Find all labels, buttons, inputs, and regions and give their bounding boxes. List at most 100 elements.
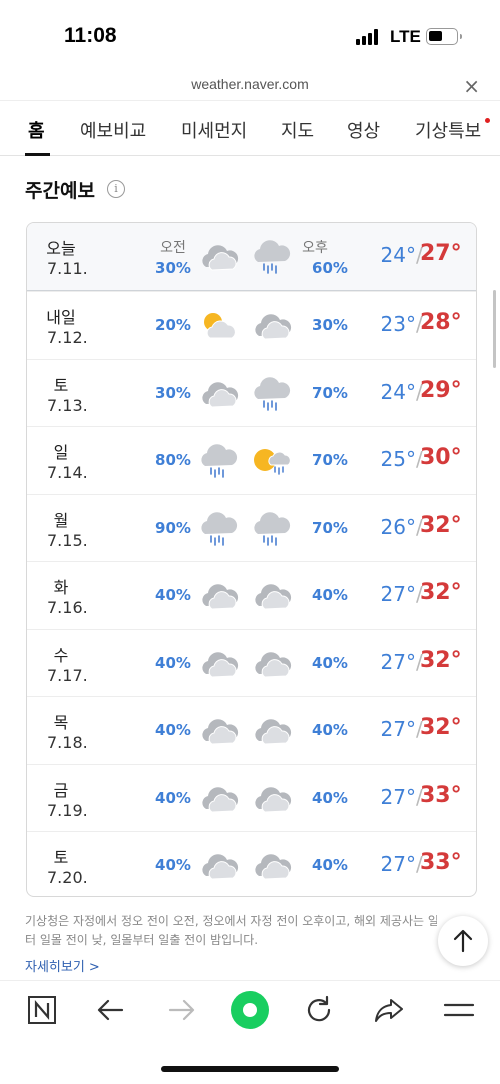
cloudy-icon — [251, 779, 293, 819]
share-icon[interactable] — [372, 993, 406, 1027]
tab-forecast-compare[interactable]: 예보비교 — [80, 117, 146, 143]
am-precip: 80% — [155, 451, 191, 469]
low-temp: 27° — [380, 717, 416, 741]
cloudy-icon — [198, 237, 240, 277]
high-temp: 27° — [420, 241, 462, 266]
date-label: 7.20. — [47, 868, 88, 887]
more-link[interactable]: 자세히보기 > — [25, 956, 100, 975]
am-precip: 20% — [155, 316, 191, 334]
am-precip: 30% — [155, 383, 191, 402]
cloudy-icon — [198, 779, 240, 819]
cloudy-icon — [198, 644, 240, 684]
date-label: 7.19. — [47, 800, 88, 820]
forecast-row: 화 7.16. 40% 40% 27° / 32° — [27, 561, 476, 629]
signal-icon — [356, 29, 382, 45]
forecast-row: 토 7.20. 40% 40% 27° / 33° — [27, 831, 476, 896]
cloudy-icon — [251, 711, 293, 751]
pm-precip: 40% — [312, 721, 348, 739]
high-temp: 30° — [420, 445, 462, 470]
date-label: 7.13. — [47, 395, 88, 415]
rain-icon — [198, 509, 240, 549]
pm-precip: 40% — [312, 856, 348, 874]
high-temp: 33° — [420, 782, 462, 808]
forecast-row: 토 7.13. 30% 70% 24° / 29° — [27, 358, 476, 427]
close-icon[interactable]: × — [463, 74, 480, 98]
day-label: 월 — [53, 510, 69, 530]
high-temp: 32° — [420, 647, 462, 673]
am-precip: 40% — [155, 653, 191, 672]
forecast-row: 월 7.15. 90% 70% 26° / 32° — [27, 493, 476, 562]
am-precip: 90% — [155, 518, 191, 537]
low-temp: 27° — [380, 784, 416, 809]
rain-icon — [198, 441, 240, 481]
day-label: 금 — [53, 780, 69, 800]
pm-precip: 70% — [312, 451, 348, 469]
tab-video[interactable]: 영상 — [347, 117, 380, 143]
high-temp: 28° — [420, 310, 462, 335]
date-label: 7.12. — [47, 328, 88, 347]
url-bar[interactable]: weather.naver.com × — [0, 72, 500, 100]
clock: 11:08 — [64, 24, 117, 47]
tab-weather-warning[interactable]: 기상특보 — [415, 117, 481, 143]
high-temp: 32° — [420, 580, 462, 605]
home-indicator[interactable] — [161, 1066, 339, 1072]
menu-icon[interactable] — [442, 993, 476, 1027]
date-label: 7.11. — [47, 259, 88, 278]
active-tab-indicator — [25, 153, 50, 156]
forward-arrow-icon[interactable] — [164, 993, 198, 1027]
scrollbar[interactable] — [493, 290, 496, 368]
tab-fine-dust[interactable]: 미세먼지 — [181, 117, 247, 143]
cloudy-icon — [251, 846, 293, 886]
am-precip: 30% — [155, 259, 191, 277]
pm-precip: 70% — [312, 383, 348, 402]
url-text[interactable]: weather.naver.com — [0, 76, 500, 92]
cloudy-icon — [251, 644, 293, 684]
sun-shower-icon — [251, 441, 293, 481]
scroll-top-button[interactable] — [438, 916, 488, 966]
am-precip: 40% — [155, 586, 191, 604]
footnote-line: 터 일몰 전이 낮, 일몰부터 일출 전이 밤입니다. — [25, 933, 259, 947]
battery-icon — [426, 28, 462, 45]
low-temp: 27° — [380, 582, 416, 606]
am-label: 오전 — [160, 240, 186, 256]
rain-icon — [251, 374, 293, 414]
refresh-icon[interactable] — [302, 993, 336, 1027]
naver-n-icon[interactable] — [25, 993, 59, 1027]
low-temp: 27° — [380, 649, 416, 674]
forecast-row: 금 7.19. 40% 40% 27° / 33° — [27, 763, 476, 832]
day-label: 토 — [53, 848, 69, 867]
date-label: 7.14. — [47, 463, 88, 482]
browser-toolbar — [0, 980, 500, 1038]
partly-sunny-icon — [198, 306, 240, 346]
am-precip: 40% — [155, 788, 191, 807]
footnote-line: 기상청은 자정에서 정오 전이 오전, 정오에서 자정 전이 오후이고, 해외 … — [25, 914, 437, 928]
day-label: 화 — [53, 578, 69, 597]
green-dot-icon[interactable] — [230, 990, 270, 1030]
weekly-forecast-card: 오늘 7.11. 오전 30% 오후 60% 24° / 27° 내일 7.12… — [26, 222, 477, 897]
low-temp: 25° — [380, 447, 416, 471]
high-temp: 32° — [420, 715, 462, 740]
pm-precip: 30% — [312, 316, 348, 334]
new-badge-dot — [485, 118, 490, 123]
low-temp: 24° — [380, 379, 416, 404]
forecast-row: 일 7.14. 80% 70% 25° / 30° — [27, 426, 476, 494]
footnote: 기상청은 자정에서 정오 전이 오전, 정오에서 자정 전이 오후이고, 해외 … — [25, 912, 465, 950]
pm-precip: 40% — [312, 653, 348, 672]
tab-map[interactable]: 지도 — [281, 117, 314, 143]
forecast-row: 목 7.18. 40% 40% 27° / 32° — [27, 696, 476, 764]
cloudy-icon — [198, 576, 240, 616]
day-label: 수 — [53, 645, 69, 665]
cloudy-icon — [198, 374, 240, 414]
cloudy-icon — [198, 846, 240, 886]
arrow-up-icon — [453, 929, 473, 953]
tab-home[interactable]: 홈 — [28, 117, 45, 143]
pm-precip: 70% — [312, 518, 348, 537]
back-arrow-icon[interactable] — [94, 993, 128, 1027]
pm-precip: 60% — [312, 259, 348, 277]
forecast-row: 내일 7.12. 20% 30% 23° / 28° — [27, 291, 476, 359]
high-temp: 32° — [420, 512, 462, 538]
cloudy-icon — [198, 711, 240, 751]
tab-bar: 홈 예보비교 미세먼지 지도 영상 기상특보 — [0, 100, 500, 156]
info-icon[interactable]: i — [107, 180, 125, 198]
status-bar: 11:08 LTE — [0, 0, 500, 70]
